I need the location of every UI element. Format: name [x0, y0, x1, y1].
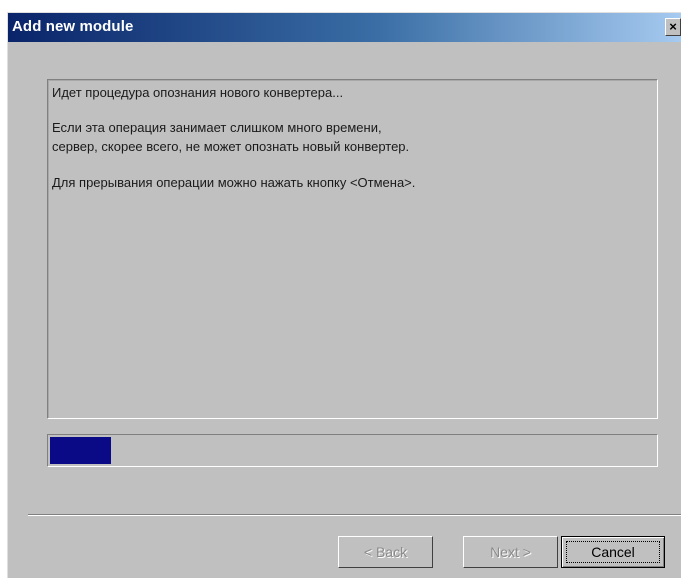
- back-button[interactable]: < Back: [338, 536, 433, 568]
- close-icon: ×: [669, 19, 677, 34]
- message-line-status: Идет процедура опознания нового конверте…: [52, 85, 344, 100]
- next-button[interactable]: Next >: [463, 536, 558, 568]
- message-panel: Идет процедура опознания нового конверте…: [47, 79, 658, 419]
- title-bar[interactable]: Add new module ×: [8, 13, 681, 42]
- progress-bar: [47, 434, 658, 467]
- message-line-warning-1: Если эта операция занимает слишком много…: [52, 120, 382, 135]
- button-separator: [28, 514, 681, 516]
- message-line-warning-2: сервер, скорее всего, не может опознать …: [52, 139, 410, 154]
- message-line-cancel-hint: Для прерывания операции можно нажать кно…: [52, 175, 416, 190]
- close-button[interactable]: ×: [665, 18, 681, 36]
- window-title: Add new module: [12, 18, 134, 35]
- cancel-button-label: Cancel: [566, 541, 660, 563]
- add-module-dialog: Add new module × Идет процедура опознани…: [7, 12, 681, 578]
- progress-fill: [50, 437, 111, 464]
- cancel-button[interactable]: Cancel: [561, 536, 665, 568]
